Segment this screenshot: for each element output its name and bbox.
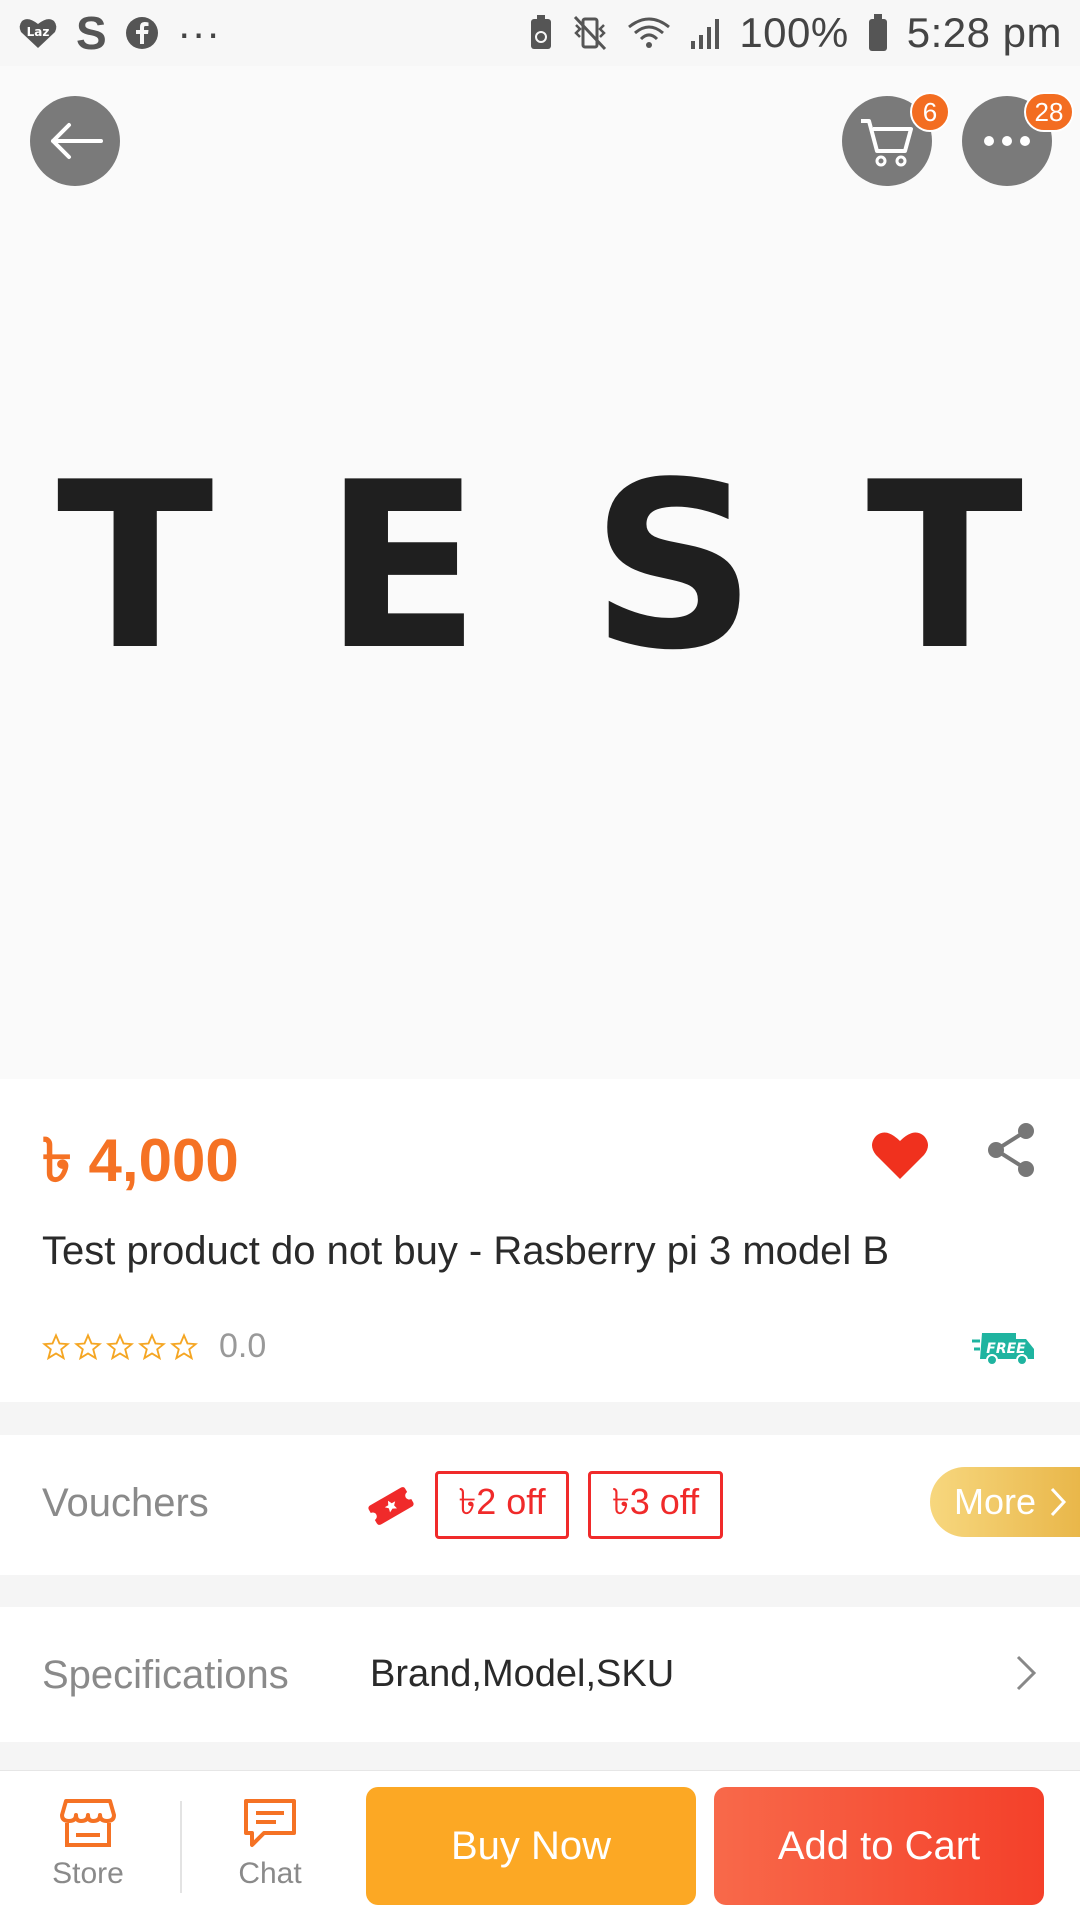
chat-icon — [244, 1799, 296, 1847]
status-bar: Laz S ··· 100% 5:28 pm — [0, 0, 1080, 66]
laz-logo-text: Laz — [27, 25, 50, 39]
free-shipping-badge: FREE — [972, 1327, 1036, 1372]
specifications-value: Brand,Model,SKU — [370, 1653, 675, 1695]
product-image-text: TEST — [56, 434, 1080, 701]
product-price: ৳ 4,000 — [42, 1127, 239, 1194]
vouchers-label: Vouchers — [42, 1481, 209, 1525]
more-count-badge: 28 — [1024, 92, 1074, 132]
battery-percentage: 100% — [739, 9, 849, 56]
more-label: More — [954, 1481, 1037, 1522]
store-icon — [60, 1799, 116, 1847]
specifications-label: Specifications — [42, 1653, 289, 1697]
chat-label: Chat — [238, 1857, 302, 1890]
cart-icon — [861, 119, 913, 167]
arrow-left-icon — [51, 123, 103, 159]
vibrate-mute-icon — [571, 15, 609, 51]
facebook-icon — [125, 16, 159, 50]
product-info-card: ৳ 4,000 Test product do not buy - Rasber… — [0, 1079, 1080, 1402]
product-image[interactable]: TEST — [0, 66, 1080, 1079]
chevron-right-icon — [1050, 1487, 1067, 1517]
status-bar-left: Laz S ··· — [18, 6, 221, 60]
bottom-action-bar: Store Chat Buy Now Add to Cart — [0, 1770, 1080, 1920]
share-button[interactable] — [984, 1121, 1038, 1184]
product-title: Test product do not buy - Rasberry pi 3 … — [42, 1229, 890, 1273]
lazada-app-icon: Laz — [18, 16, 58, 50]
voucher-chip-2[interactable]: ৳3 off — [588, 1471, 723, 1539]
signal-icon — [689, 15, 721, 51]
free-shipping-truck-icon: FREE — [972, 1333, 1034, 1366]
chat-button[interactable]: Chat — [210, 1797, 330, 1891]
bottom-bar-divider — [180, 1801, 182, 1893]
vouchers-row[interactable]: Vouchers ৳2 off ৳3 off More — [0, 1435, 1080, 1575]
store-button[interactable]: Store — [28, 1797, 148, 1891]
s-app-icon: S — [76, 7, 108, 59]
star-icon — [138, 1333, 166, 1361]
star-icon — [42, 1333, 70, 1361]
ellipsis-icon — [984, 136, 1030, 146]
chevron-right-icon — [1014, 1653, 1038, 1698]
share-icon — [988, 1123, 1034, 1177]
free-label: FREE — [986, 1341, 1026, 1357]
voucher-chip-1[interactable]: ৳2 off — [435, 1471, 569, 1539]
store-label: Store — [52, 1857, 124, 1890]
buy-now-button[interactable]: Buy Now — [366, 1787, 696, 1905]
voucher-ticket-icon — [366, 1481, 416, 1536]
heart-icon — [872, 1132, 928, 1179]
star-icon — [106, 1333, 134, 1361]
vouchers-more-button[interactable]: More — [930, 1467, 1080, 1537]
battery-icon — [867, 14, 889, 52]
specifications-row[interactable]: Specifications Brand,Model,SKU — [0, 1607, 1080, 1742]
more-notifications-icon: ··· — [177, 9, 221, 56]
status-time: 5:28 pm — [906, 9, 1062, 56]
cart-count-badge: 6 — [910, 92, 950, 132]
back-button[interactable] — [30, 96, 120, 186]
wifi-icon — [627, 15, 671, 51]
rating-stars[interactable] — [42, 1333, 198, 1361]
wishlist-button[interactable] — [870, 1127, 930, 1186]
status-bar-right: 100% 5:28 pm — [529, 9, 1062, 57]
battery-saver-icon — [529, 15, 553, 51]
rating-value: 0.0 — [219, 1327, 267, 1365]
star-icon — [170, 1333, 198, 1361]
add-to-cart-button[interactable]: Add to Cart — [714, 1787, 1044, 1905]
star-icon — [74, 1333, 102, 1361]
